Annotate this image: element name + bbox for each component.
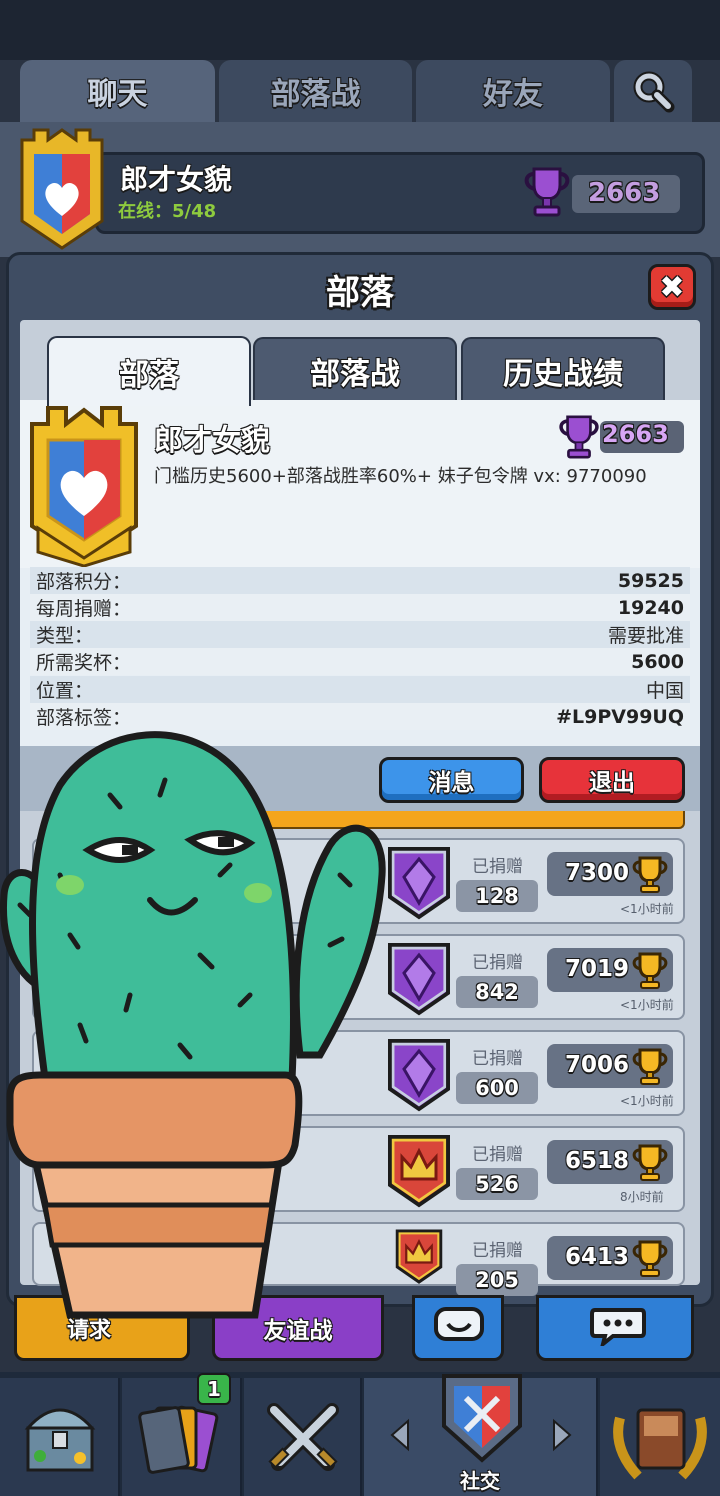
last-seen: 8小时前 bbox=[620, 1190, 664, 1204]
clan-shield-icon bbox=[442, 1374, 522, 1463]
stat-label: 所需奖杯： bbox=[36, 652, 132, 674]
subtab-clan[interactable]: 部落 bbox=[47, 336, 251, 406]
stat-value: 需要批准 bbox=[607, 625, 684, 647]
clan-name: 郎才女貌 bbox=[154, 423, 271, 457]
bg-clan-name: 郎才女貌 bbox=[120, 163, 233, 196]
donated-count: 205 bbox=[456, 1264, 538, 1296]
stat-value: 5600 bbox=[631, 650, 684, 673]
close-icon: ✖ bbox=[659, 269, 685, 305]
last-seen: <1小时前 bbox=[620, 902, 674, 916]
stat-label: 部落积分： bbox=[36, 571, 132, 593]
cactus-sticker-image bbox=[0, 731, 386, 1319]
clan-badge-large-icon bbox=[30, 406, 138, 568]
subtab-clan-war-label: 部落战 bbox=[310, 357, 400, 392]
tab-friends-label: 好友 bbox=[483, 77, 543, 112]
gold-trophy-icon bbox=[632, 1048, 668, 1085]
nav-social-label: 社交 bbox=[460, 1469, 500, 1493]
gold-trophy-icon bbox=[632, 952, 668, 989]
modal-title: 部落 bbox=[326, 273, 394, 313]
donated-label: 已捐赠 bbox=[472, 953, 523, 973]
stat-value: 19240 bbox=[617, 596, 684, 619]
tab-clan-war[interactable]: 部落战 bbox=[219, 60, 412, 122]
donated-label: 已捐赠 bbox=[472, 857, 523, 877]
subtab-clan-war[interactable]: 部落战 bbox=[253, 337, 457, 403]
member-trophies: 7300 bbox=[565, 860, 630, 886]
stat-row: 位置： 中国 bbox=[30, 676, 690, 703]
donated-count: 128 bbox=[456, 880, 538, 912]
gold-trophy-icon bbox=[632, 1144, 668, 1181]
chevron-left-icon bbox=[390, 1418, 409, 1452]
emote-icon bbox=[434, 1307, 484, 1341]
gold-trophy-icon bbox=[632, 856, 668, 893]
member-trophies: 7006 bbox=[565, 1052, 630, 1078]
purple-trophy-icon bbox=[524, 167, 570, 217]
message-button[interactable]: 消息 bbox=[379, 757, 524, 803]
chat-button[interactable] bbox=[536, 1295, 694, 1361]
emote-button[interactable] bbox=[412, 1295, 504, 1361]
crossed-swords-icon bbox=[267, 1403, 339, 1471]
stat-value: 59525 bbox=[617, 569, 684, 592]
member-trophies: 6413 bbox=[565, 1244, 630, 1270]
stat-value: #L9PV99UQ bbox=[556, 705, 684, 728]
search-button[interactable] bbox=[614, 60, 692, 122]
subtab-war-history-label: 历史战绩 bbox=[503, 357, 623, 392]
purple-trophy-icon bbox=[559, 415, 599, 459]
member-trophies: 7019 bbox=[565, 956, 630, 982]
donated-label: 已捐赠 bbox=[472, 1145, 523, 1165]
cards-notification-badge: 1 bbox=[197, 1373, 231, 1405]
stat-value: 中国 bbox=[645, 680, 684, 702]
donated-count: 842 bbox=[456, 976, 538, 1008]
gold-trophy-icon bbox=[632, 1240, 668, 1277]
last-seen: <1小时前 bbox=[620, 998, 674, 1012]
bg-trophy-count: 2663 bbox=[588, 178, 661, 208]
tab-chat[interactable]: 聊天 bbox=[20, 60, 215, 122]
nav-events[interactable] bbox=[600, 1378, 720, 1496]
main-tabs: 聊天 部落战 好友 bbox=[0, 60, 720, 122]
cards-icon bbox=[138, 1405, 219, 1474]
chevron-right-icon bbox=[553, 1418, 572, 1452]
clan-badge-icon bbox=[20, 128, 104, 250]
top-bar bbox=[0, 0, 720, 60]
chest-icon bbox=[24, 1408, 96, 1472]
tab-clan-war-label: 部落战 bbox=[270, 77, 361, 112]
nav-battle[interactable] bbox=[244, 1378, 362, 1496]
tab-chat-label: 聊天 bbox=[87, 77, 148, 112]
tab-friends[interactable]: 好友 bbox=[416, 60, 610, 122]
donated-count: 526 bbox=[456, 1168, 538, 1200]
last-seen: <1小时前 bbox=[620, 1094, 674, 1108]
search-icon bbox=[633, 71, 675, 113]
close-button[interactable]: ✖ bbox=[648, 264, 696, 310]
nav-shop[interactable] bbox=[0, 1378, 120, 1496]
stat-row: 类型： 需要批准 bbox=[30, 621, 690, 648]
donated-count: 600 bbox=[456, 1072, 538, 1104]
stat-label: 每周捐赠： bbox=[36, 598, 132, 620]
leave-button[interactable]: 退出 bbox=[539, 757, 685, 803]
bg-online-count: 在线：5/48 bbox=[118, 201, 217, 222]
member-trophies: 6518 bbox=[565, 1148, 630, 1174]
stat-row: 部落积分： 59525 bbox=[30, 567, 690, 594]
donated-label: 已捐赠 bbox=[472, 1241, 523, 1261]
stat-label: 类型： bbox=[36, 625, 94, 647]
subtab-clan-label: 部落 bbox=[119, 358, 179, 393]
donated-label: 已捐赠 bbox=[472, 1049, 523, 1069]
stat-label: 位置： bbox=[36, 680, 94, 702]
laurel-book-icon bbox=[613, 1408, 707, 1480]
stat-row: 所需奖杯： 5600 bbox=[30, 648, 690, 675]
clan-trophy-count: 2663 bbox=[602, 420, 669, 448]
clan-description: 门槛历史5600+部落战胜率60%+ 妹子包令牌 vx: 9770090 bbox=[154, 466, 647, 487]
stat-row: 每周捐赠： 19240 bbox=[30, 594, 690, 621]
subtab-war-history[interactable]: 历史战绩 bbox=[461, 337, 665, 403]
chat-bubble-icon bbox=[590, 1308, 646, 1346]
